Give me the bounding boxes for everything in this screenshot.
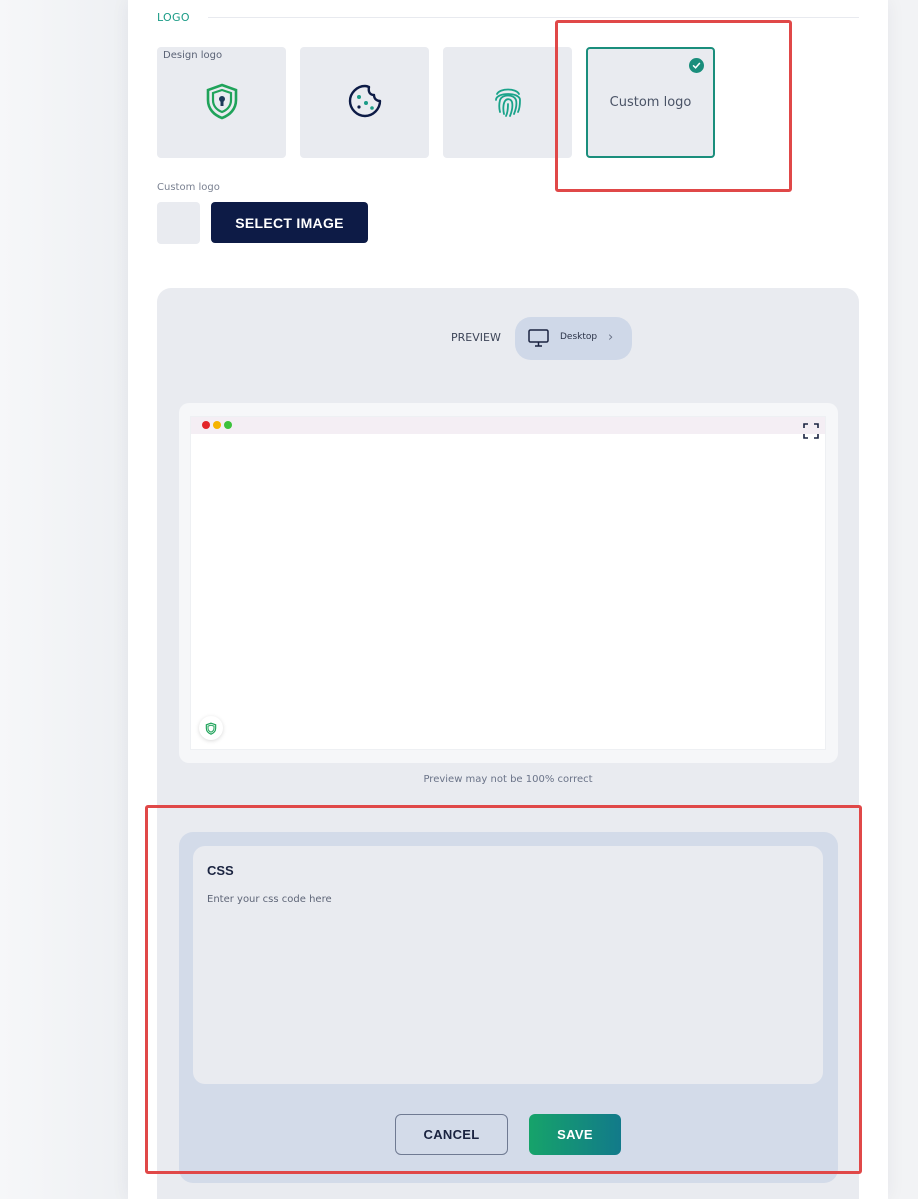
close-dot-icon [202, 421, 210, 429]
highlight-box-custom-logo [555, 20, 792, 192]
select-image-button[interactable]: SELECT IMAGE [211, 202, 368, 243]
cookie-logo-icon [346, 82, 384, 124]
page-background-right [888, 0, 918, 1199]
highlight-box-css [145, 805, 862, 1174]
fingerprint-logo-icon [490, 82, 526, 124]
preview-logo-icon[interactable] [199, 716, 223, 740]
custom-logo-thumbnail [157, 202, 200, 244]
monitor-icon [528, 329, 549, 351]
chevron-right-icon: › [608, 330, 614, 345]
shield-logo-icon [204, 82, 240, 124]
custom-logo-field-label: Custom logo [157, 182, 220, 193]
logo-option-cookie[interactable] [300, 47, 429, 158]
browser-preview [179, 403, 838, 763]
browser-titlebar [191, 417, 825, 439]
preview-disclaimer: Preview may not be 100% correct [423, 774, 593, 785]
maximize-dot-icon [224, 421, 232, 429]
logo-option-label: Design logo [163, 50, 223, 61]
logo-option-fingerprint[interactable] [443, 47, 572, 158]
page-background [0, 0, 128, 1199]
browser-viewport [190, 416, 826, 750]
device-selector[interactable]: Desktop › [515, 317, 632, 360]
section-divider [208, 17, 859, 18]
logo-option-design[interactable]: Design logo [157, 47, 286, 158]
preview-label: PREVIEW [451, 331, 501, 344]
device-label: Desktop [560, 332, 598, 342]
minimize-dot-icon [213, 421, 221, 429]
logo-section-title: LOGO [157, 11, 190, 24]
fullscreen-icon[interactable] [803, 423, 819, 443]
